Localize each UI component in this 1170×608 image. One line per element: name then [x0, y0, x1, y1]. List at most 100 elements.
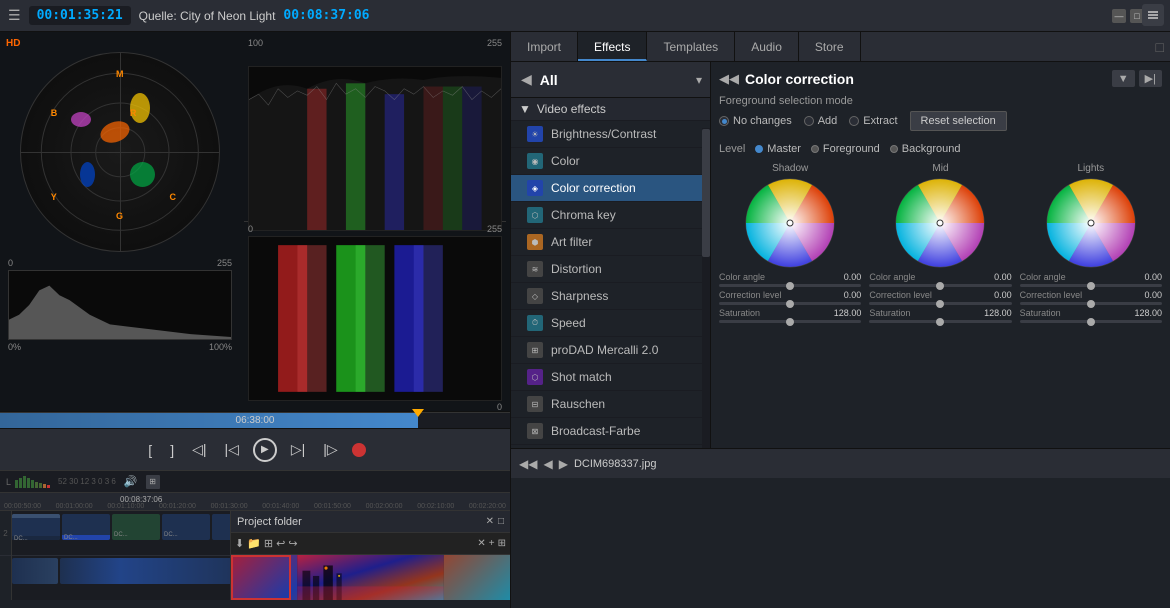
controls-area: [ ] ◁| |◁ ▶ ▷| |▷: [0, 428, 510, 470]
last-frame-btn[interactable]: ▷|: [287, 439, 309, 460]
cc-panel: ◀◀ Color correction ▼ ▶| Foreground sele…: [711, 62, 1170, 448]
track-label-1: [0, 556, 11, 600]
track-numbers: 2: [0, 511, 12, 600]
pf-expand-btn[interactable]: □: [498, 516, 504, 527]
reset-selection-btn[interactable]: Reset selection: [910, 111, 1007, 131]
cc-dropdown-btn[interactable]: ▼: [1112, 70, 1135, 87]
pf-undo-btn[interactable]: ↩: [276, 537, 285, 550]
prev-scene-btn[interactable]: ◁|: [188, 439, 210, 460]
level-master[interactable]: Master: [755, 143, 801, 155]
mid-ca-thumb: [936, 282, 944, 290]
tab-audio[interactable]: Audio: [735, 32, 799, 61]
tab-import[interactable]: Import: [511, 32, 578, 61]
color-wheel-shadow[interactable]: [745, 178, 835, 268]
mid-cl-slider[interactable]: [869, 302, 1011, 305]
nav-back-btn[interactable]: ◀: [519, 69, 534, 90]
effect-item-broadcast[interactable]: ⊠ Broadcast-Farbe: [511, 418, 710, 445]
tab-effects[interactable]: Effects: [578, 32, 647, 61]
next-scene-btn[interactable]: |▷: [319, 439, 341, 460]
effect-label-distortion: Distortion: [551, 262, 602, 276]
lights-sat-value: 128.00: [1134, 308, 1162, 318]
level-label-background: Background: [902, 143, 961, 155]
shadow-cl-slider[interactable]: [719, 302, 861, 305]
radio-label-add: Add: [818, 115, 838, 127]
lights-ca-thumb: [1087, 282, 1095, 290]
radio-add[interactable]: Add: [804, 115, 838, 127]
nav-dropdown-btn[interactable]: ▾: [696, 73, 702, 87]
effect-label-shotmatch: Shot match: [551, 370, 612, 384]
shadow-sat-slider[interactable]: [719, 320, 861, 323]
wave-label-255bot: 255: [487, 224, 502, 234]
record-btn[interactable]: [352, 443, 366, 457]
level-foreground[interactable]: Foreground: [811, 143, 880, 155]
corner-icon[interactable]: [1142, 4, 1164, 26]
panel-minimize-btn[interactable]: □: [1156, 39, 1164, 55]
tl-grid-btn[interactable]: ⊞: [146, 475, 160, 489]
timecode-current[interactable]: 00:01:35:21: [29, 6, 131, 25]
pf-close-btn[interactable]: ✕: [486, 516, 494, 527]
effect-item-stanzformen[interactable]: ⬖ Stanzformen: [511, 445, 710, 448]
lights-cl-slider[interactable]: [1020, 302, 1162, 305]
pf-grid-btn[interactable]: ⊞: [264, 537, 273, 550]
cc-title: Color correction: [745, 71, 1106, 87]
tab-templates[interactable]: Templates: [647, 32, 735, 61]
effects-scrollbar-thumb[interactable]: [702, 129, 710, 257]
effects-scrollbar[interactable]: [702, 128, 710, 448]
first-frame-btn[interactable]: |◁: [220, 439, 242, 460]
play-btn[interactable]: ▶: [253, 438, 277, 462]
vol-icon[interactable]: 🔊: [124, 475, 138, 488]
effects-category-video[interactable]: ▼ Video effects: [511, 98, 710, 121]
effect-item-sharpness[interactable]: ◇ Sharpness: [511, 283, 710, 310]
mid-sat-value: 128.00: [984, 308, 1012, 318]
effect-icon-color: ◉: [527, 153, 543, 169]
tl-vol-l: L: [6, 477, 11, 487]
pf-x-btn[interactable]: ✕: [477, 538, 485, 549]
tab-store[interactable]: Store: [799, 32, 861, 61]
effect-item-speed[interactable]: ⏱ Speed: [511, 310, 710, 337]
wheel-shadow: Shadow: [719, 163, 861, 326]
effect-item-shotmatch[interactable]: ⬡ Shot match: [511, 364, 710, 391]
radio-extract[interactable]: Extract: [849, 115, 897, 127]
effect-item-rauschen[interactable]: ⊟ Rauschen: [511, 391, 710, 418]
in-point-btn[interactable]: [: [144, 440, 156, 460]
effect-item-artfilter[interactable]: ⬢ Art filter: [511, 229, 710, 256]
fg-radio-group: No changes Add Extract Reset selection: [719, 111, 1007, 131]
lights-cl-label: Correction level: [1020, 290, 1083, 300]
clips-area: DC... DC... DC... DC...: [12, 511, 230, 600]
lights-ca-slider[interactable]: [1020, 284, 1162, 287]
level-background[interactable]: Background: [890, 143, 961, 155]
pf-redo-btn[interactable]: ↪: [288, 537, 297, 550]
effect-label-broadcast: Broadcast-Farbe: [551, 424, 640, 438]
color-wheel-lights[interactable]: [1046, 178, 1136, 268]
radio-no-changes[interactable]: No changes: [719, 115, 792, 127]
histogram-display: [8, 270, 232, 340]
menu-icon[interactable]: ☰: [8, 7, 21, 24]
vs-label-mg: M: [116, 69, 124, 79]
cc-back-btn[interactable]: ◀◀: [719, 71, 739, 87]
effect-label-mercalli: proDAD Mercalli 2.0: [551, 343, 658, 357]
pf-import-btn[interactable]: ⬇: [235, 537, 244, 550]
hist-label-255: 255: [217, 258, 232, 268]
effect-item-distortion[interactable]: ≋ Distortion: [511, 256, 710, 283]
shadow-ca-slider[interactable]: [719, 284, 861, 287]
effect-item-color[interactable]: ◉ Color: [511, 148, 710, 175]
minimize-btn[interactable]: —: [1112, 9, 1126, 23]
color-wheel-mid[interactable]: [895, 178, 985, 268]
pf-folder-btn[interactable]: 📁: [247, 537, 261, 550]
out-point-btn[interactable]: ]: [166, 440, 178, 460]
nav-right-btn[interactable]: ▶: [559, 457, 568, 471]
effect-item-brightness[interactable]: ☀ Brightness/Contrast: [511, 121, 710, 148]
progress-bar[interactable]: 06:38:00: [0, 412, 510, 428]
pf-plus-btn[interactable]: +: [489, 538, 495, 549]
nav-left-btn[interactable]: ◀: [543, 457, 552, 471]
mid-sat-slider[interactable]: [869, 320, 1011, 323]
lights-sat-slider[interactable]: [1020, 320, 1162, 323]
mid-ca-slider[interactable]: [869, 284, 1011, 287]
effect-item-chromakey[interactable]: ⬡ Chroma key: [511, 202, 710, 229]
cc-forward-btn[interactable]: ▶|: [1139, 70, 1162, 87]
effect-item-colorcorrection[interactable]: ◈ Color correction: [511, 175, 710, 202]
nav-expand-btn[interactable]: ◀◀: [519, 457, 537, 471]
pf-app-btn[interactable]: ⊞: [498, 538, 506, 549]
effects-panel: ◀ All ▾ ▼ Video effects ☀ Brightness/Con…: [511, 62, 711, 448]
effect-item-mercalli[interactable]: ⊞ proDAD Mercalli 2.0: [511, 337, 710, 364]
